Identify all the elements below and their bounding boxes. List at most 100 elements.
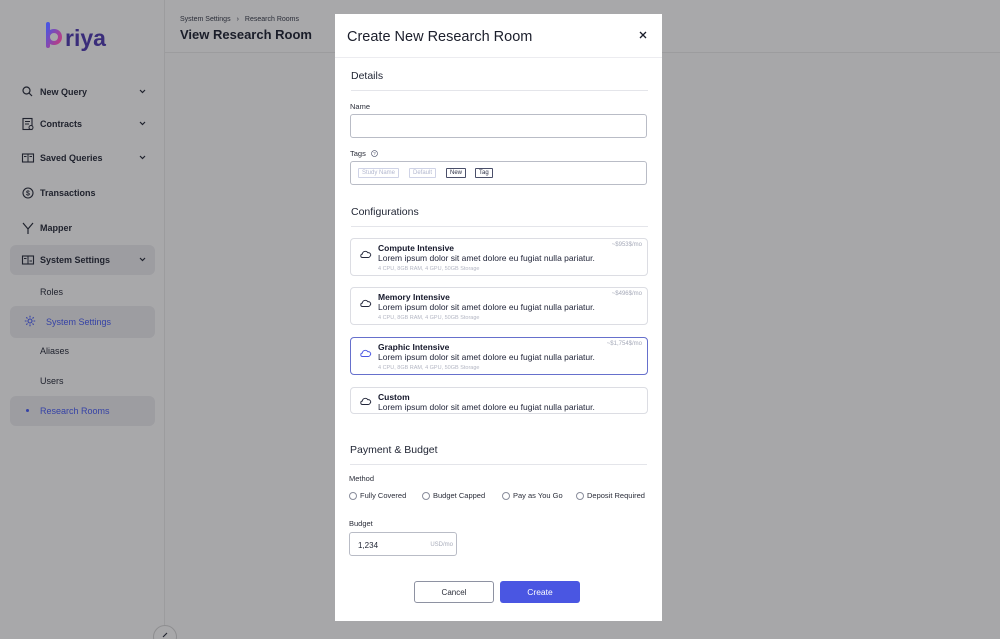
sidebar-subitem-label: Users [40, 376, 64, 386]
config-name: Compute Intensive [378, 243, 455, 253]
dollar-icon: $ [22, 187, 34, 199]
breadcrumb-item[interactable]: Research Rooms [245, 16, 299, 23]
sidebar-subitem-research-rooms[interactable]: Research Rooms [10, 396, 155, 426]
divider [350, 464, 647, 465]
gear-icon [24, 315, 36, 327]
radio-label: Deposit Required [587, 491, 645, 500]
sidebar-item-contracts[interactable]: Contracts [10, 109, 155, 139]
radio-budget-capped[interactable]: Budget Capped [422, 491, 485, 500]
chevron-down-icon [139, 121, 146, 126]
configurations-section-title: Configurations [351, 206, 419, 218]
sidebar-subitem-system-settings[interactable]: System Settings [10, 306, 155, 338]
radio-circle[interactable] [576, 491, 584, 500]
config-specs: 4 CPU, 8GB RAM, 4 GPU, 50GB Storage [378, 315, 480, 321]
radio-circle[interactable] [502, 491, 510, 500]
tags-input[interactable]: Study Name Default New Tag [350, 161, 647, 185]
radio-pay-as-you-go[interactable]: Pay as You Go [502, 491, 563, 500]
sidebar-item-mapper[interactable]: Mapper [10, 213, 155, 243]
config-name: Memory Intensive [378, 292, 450, 302]
sidebar-subitem-aliases[interactable]: Aliases [10, 336, 155, 366]
config-description: Lorem ipsum dolor sit amet dolore eu fug… [378, 402, 595, 412]
sidebar-item-label: Saved Queries [40, 153, 103, 163]
collapse-sidebar-button[interactable] [153, 625, 177, 639]
cancel-button[interactable]: Cancel [414, 581, 494, 603]
cloud-icon [360, 250, 372, 258]
svg-text:riya: riya [65, 25, 106, 51]
create-button[interactable]: Create [500, 581, 580, 603]
divider [351, 226, 648, 227]
budget-label: Budget [349, 519, 373, 528]
config-specs: 4 CPU, 8GB RAM, 4 GPU, 50GB Storage [378, 266, 480, 272]
config-name: Custom [378, 392, 410, 402]
sidebar-subitem-label: Research Rooms [40, 406, 110, 416]
method-label: Method [349, 474, 375, 483]
config-specs: 4 CPU, 8GB RAM, 4 GPU, 50GB Storage [378, 365, 480, 371]
tag-placeholder: Study Name [358, 168, 400, 178]
cloud-icon [360, 397, 372, 405]
tag-chip[interactable]: New [446, 168, 467, 178]
radio-fully-covered[interactable]: Fully Covered [349, 491, 406, 500]
sidebar-subitem-users[interactable]: Users [10, 366, 155, 396]
payment-method-group: Fully Covered Budget Capped Pay as You G… [349, 491, 649, 503]
sidebar-item-system-settings[interactable]: System Settings [10, 245, 155, 275]
sidebar-item-transactions[interactable]: $ Transactions [10, 178, 155, 208]
sidebar-item-label: System Settings [40, 255, 111, 265]
search-icon [22, 86, 33, 97]
close-icon[interactable] [637, 29, 649, 41]
radio-circle[interactable] [349, 491, 357, 500]
config-description: Lorem ipsum dolor sit amet dolore eu fug… [378, 253, 595, 263]
name-input[interactable] [350, 114, 647, 138]
modal-title: Create New Research Room [347, 29, 533, 45]
budget-input[interactable]: 1,234 USD/mo [349, 532, 457, 556]
divider [351, 90, 648, 91]
budget-value: 1,234 [358, 541, 379, 550]
create-research-room-modal: Create New Research Room Details Name Ta… [335, 14, 662, 621]
help-icon[interactable]: ? [371, 150, 378, 157]
sidebar-subitem-label: Roles [40, 287, 64, 297]
briya-logo[interactable]: riya [45, 20, 125, 60]
breadcrumb: System Settings › Research Rooms [180, 16, 299, 23]
radio-label: Budget Capped [433, 491, 486, 500]
config-description: Lorem ipsum dolor sit amet dolore eu fug… [378, 352, 595, 362]
mapper-icon [22, 222, 34, 234]
svg-text:$: $ [26, 191, 30, 198]
config-price: ~$496$/mo [611, 291, 642, 297]
sidebar-item-saved-queries[interactable]: Saved Queries [10, 143, 155, 173]
chevron-down-icon [139, 257, 146, 262]
current-indicator-dot [26, 409, 29, 412]
config-option-graphic-intensive[interactable]: Graphic Intensive Lorem ipsum dolor sit … [350, 337, 648, 375]
tag-placeholder: Default [409, 168, 437, 178]
radio-label: Pay as You Go [513, 491, 563, 500]
sidebar-item-label: New Query [40, 87, 88, 97]
config-description: Lorem ipsum dolor sit amet dolore eu fug… [378, 302, 595, 312]
page-title: View Research Room [180, 27, 312, 42]
sidebar-subitem-roles[interactable]: Roles [10, 277, 155, 307]
sidebar-item-label: Mapper [40, 223, 73, 233]
radio-deposit-required[interactable]: Deposit Required [576, 491, 645, 500]
tags-label: Tags [350, 149, 366, 158]
modal-header: Create New Research Room [335, 14, 662, 58]
config-option-custom[interactable]: Custom Lorem ipsum dolor sit amet dolore… [350, 387, 648, 414]
breadcrumb-item[interactable]: System Settings [180, 16, 231, 23]
contract-icon [22, 117, 34, 131]
sidebar-item-new-query[interactable]: New Query [10, 77, 155, 107]
sidebar-item-label: Contracts [40, 119, 83, 129]
chevron-down-icon [139, 155, 146, 160]
sidebar: riya New Query Contracts Saved Queries $… [0, 0, 165, 639]
radio-label: Fully Covered [360, 491, 407, 500]
radio-circle[interactable] [422, 491, 430, 500]
name-label: Name [350, 102, 371, 111]
payment-section-title: Payment & Budget [350, 444, 438, 456]
tag-chip[interactable]: Tag [475, 168, 493, 178]
config-price: ~$1,754$/mo [606, 341, 642, 347]
chevron-left-icon [162, 632, 168, 638]
config-option-memory-intensive[interactable]: Memory Intensive Lorem ipsum dolor sit a… [350, 287, 648, 325]
sidebar-subitem-label: Aliases [40, 346, 70, 356]
settings-panel-icon [21, 255, 35, 265]
config-price: ~$953$/mo [611, 242, 642, 248]
sidebar-item-label: Transactions [40, 188, 96, 198]
config-name: Graphic Intensive [378, 342, 450, 352]
breadcrumb-separator-icon: › [236, 16, 239, 23]
cloud-icon [360, 349, 372, 357]
config-option-compute-intensive[interactable]: Compute Intensive Lorem ipsum dolor sit … [350, 238, 648, 276]
